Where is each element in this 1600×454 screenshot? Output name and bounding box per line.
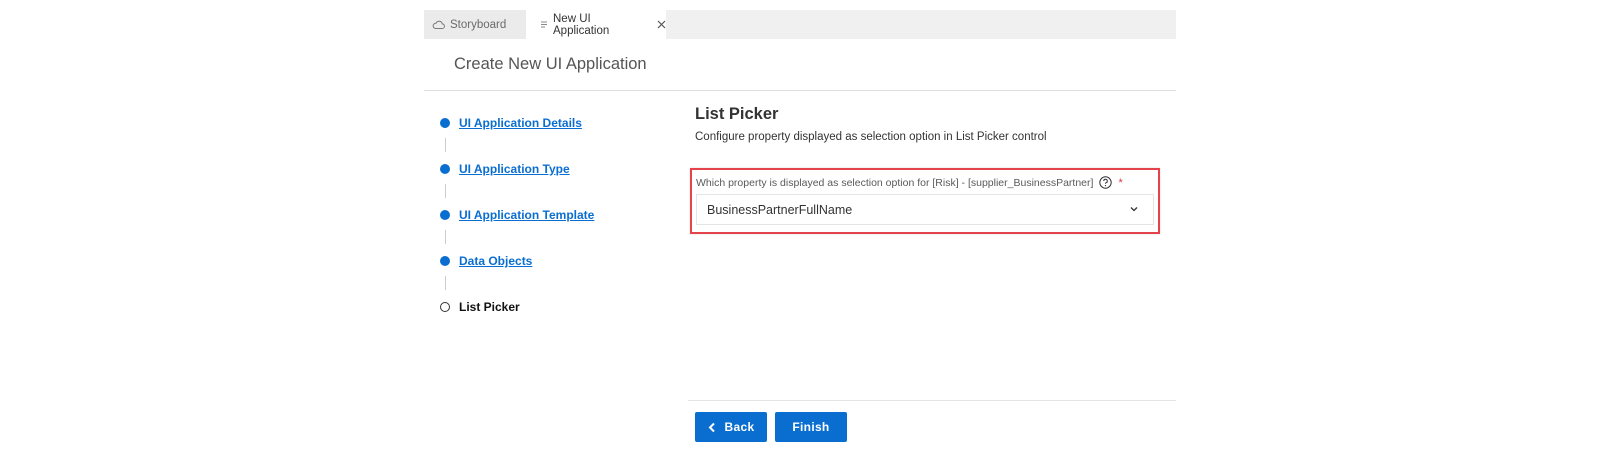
step-content: List Picker Configure property displayed… (690, 104, 1171, 234)
step-ui-application-details[interactable]: UI Application Details (440, 115, 582, 131)
step-connector (444, 230, 446, 244)
section-title: List Picker (695, 105, 779, 123)
step-label: List Picker (459, 300, 520, 314)
property-select-value: BusinessPartnerFullName (707, 202, 853, 217)
required-indicator: * (1118, 176, 1123, 189)
step-label[interactable]: UI Application Details (459, 116, 582, 130)
step-ui-application-type[interactable]: UI Application Type (440, 161, 570, 177)
title-divider (424, 90, 1176, 91)
help-icon[interactable] (1099, 176, 1113, 189)
highlighted-field: Which property is displayed as selection… (690, 168, 1160, 234)
step-completed-dot (440, 164, 450, 174)
step-completed-dot (440, 118, 450, 128)
step-completed-dot (440, 210, 450, 220)
finish-button-label: Finish (792, 420, 830, 434)
footer-divider (688, 400, 1176, 401)
step-label[interactable]: Data Objects (459, 254, 532, 268)
cloud-icon (432, 20, 445, 30)
chevron-left-icon (708, 422, 716, 433)
step-label[interactable]: UI Application Template (459, 208, 594, 222)
section-description: Configure property displayed as selectio… (695, 131, 1047, 143)
close-icon[interactable] (657, 20, 666, 29)
field-label-text: Which property is displayed as selection… (696, 176, 1094, 189)
wizard-frame: Storyboard New UI Application Create New… (424, 10, 1176, 454)
property-select[interactable]: BusinessPartnerFullName (696, 194, 1154, 225)
tab-storyboard-label: Storyboard (450, 18, 507, 31)
step-ui-application-template[interactable]: UI Application Template (440, 207, 594, 223)
tab-new-ui-application-label: New UI Application (553, 12, 610, 37)
step-connector (444, 184, 446, 198)
page-title: Create New UI Application (454, 55, 647, 73)
step-label[interactable]: UI Application Type (459, 162, 570, 176)
step-data-objects[interactable]: Data Objects (440, 253, 532, 269)
step-connector (444, 276, 446, 290)
tab-storyboard[interactable]: Storyboard (424, 10, 526, 39)
field-label: Which property is displayed as selection… (696, 176, 1123, 189)
tab-new-ui-application[interactable]: New UI Application (526, 10, 666, 39)
step-list-picker: List Picker (440, 299, 520, 315)
tab-strip: Storyboard New UI Application (424, 10, 1176, 39)
document-icon (540, 20, 548, 30)
finish-button[interactable]: Finish (775, 412, 847, 442)
step-current-dot (440, 302, 450, 312)
back-button-label: Back (724, 420, 755, 434)
step-connector (444, 138, 446, 152)
step-completed-dot (440, 256, 450, 266)
chevron-down-icon[interactable] (1129, 204, 1139, 214)
back-button[interactable]: Back (695, 412, 767, 442)
